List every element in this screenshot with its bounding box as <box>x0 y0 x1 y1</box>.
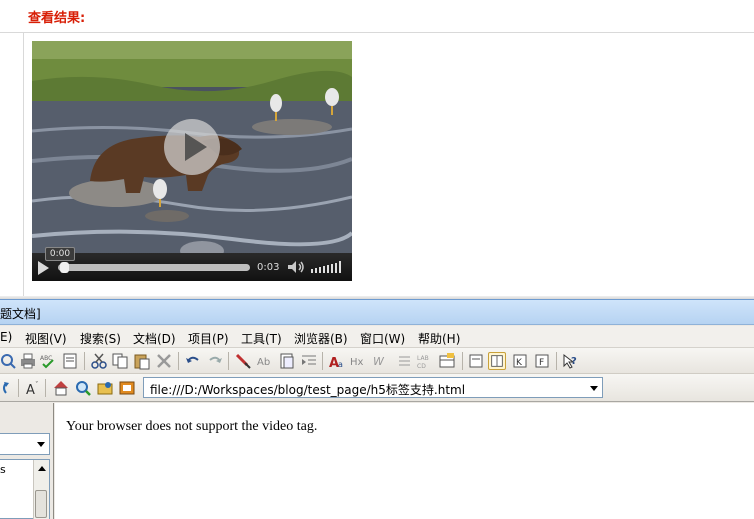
svg-text:?: ? <box>571 356 577 367</box>
view-split-button[interactable] <box>488 352 506 370</box>
menu-project[interactable]: 项目(P) <box>188 330 229 347</box>
indent-icon[interactable] <box>300 352 318 370</box>
menu-tools[interactable]: 工具(T) <box>241 330 282 347</box>
toolbar-address: Aˇ file:///D:/Workspaces/blog/test_page/… <box>0 374 754 402</box>
address-url: file:///D:/Workspaces/blog/test_page/h5标… <box>150 383 466 397</box>
browser-window: 题文档] E) 视图(V) 搜索(S) 文档(D) 项目(P) 工具(T) 浏览… <box>0 299 754 519</box>
svg-text:A: A <box>26 383 35 397</box>
separator <box>84 352 85 370</box>
address-dropdown-icon[interactable] <box>590 386 598 391</box>
seek-bar[interactable] <box>58 264 250 271</box>
list-item[interactable]: s <box>0 463 6 476</box>
menu-view[interactable]: 视图(V) <box>25 330 67 347</box>
video-player[interactable]: 0:00 0:03 <box>32 41 352 281</box>
separator <box>228 352 229 370</box>
seek-time-tooltip: 0:00 <box>45 247 75 261</box>
spellcheck-icon[interactable]: ABC <box>39 352 57 370</box>
window-title: 题文档] <box>0 307 41 321</box>
svg-text:F: F <box>539 358 544 368</box>
find-replace-icon[interactable]: Ab <box>256 352 274 370</box>
help-icon[interactable]: ? <box>561 352 579 370</box>
favorites-icon[interactable] <box>96 379 114 397</box>
separator <box>178 352 179 370</box>
view-code-icon[interactable] <box>467 352 485 370</box>
play-icon <box>185 133 207 161</box>
volume-level-bars[interactable] <box>311 260 345 274</box>
chevron-down-icon[interactable] <box>37 442 45 447</box>
view-design-icon[interactable]: K <box>511 352 529 370</box>
menu-edit[interactable]: E) <box>0 330 12 344</box>
font-size-icon[interactable]: Aˇ <box>24 379 42 397</box>
menu-browser[interactable]: 浏览器(B) <box>294 330 348 347</box>
svg-text:Ab: Ab <box>257 357 270 368</box>
window-titlebar[interactable]: 题文档] <box>0 299 754 325</box>
format-brush-icon[interactable] <box>234 352 252 370</box>
page: 查看结果: 0:00 0:03 题文档] E) 视图(V) 搜索(S) 文档(D… <box>0 0 754 519</box>
menu-document[interactable]: 文档(D) <box>133 330 176 347</box>
svg-text:W: W <box>373 355 385 368</box>
cut-icon[interactable] <box>90 352 108 370</box>
address-bar[interactable]: file:///D:/Workspaces/blog/test_page/h5标… <box>143 377 603 398</box>
toolbar-main: ABC Ab Aa Hx W LAB CD K F ? <box>0 348 754 374</box>
divider <box>23 33 24 296</box>
page-setup-icon[interactable] <box>61 352 79 370</box>
result-title: 查看结果: <box>28 11 86 26</box>
word-icon[interactable]: W <box>372 352 390 370</box>
separator <box>462 352 463 370</box>
list-icon[interactable] <box>394 352 412 370</box>
side-panel-list[interactable]: s <box>0 459 50 519</box>
separator <box>556 352 557 370</box>
video-duration: 0:03 <box>257 262 280 273</box>
control-play-icon[interactable] <box>38 261 49 275</box>
print-icon[interactable] <box>19 352 37 370</box>
menu-help[interactable]: 帮助(H) <box>418 330 460 347</box>
view-frame-icon[interactable]: F <box>533 352 551 370</box>
heading-icon[interactable]: Hx <box>350 352 368 370</box>
print-preview-icon[interactable] <box>0 352 18 370</box>
font-icon[interactable]: Aa <box>328 352 346 370</box>
result-header: 查看结果: <box>0 0 754 33</box>
svg-text:a: a <box>338 360 343 369</box>
paste-icon[interactable] <box>133 352 151 370</box>
copy-icon[interactable] <box>111 352 129 370</box>
side-panel: s <box>0 403 54 519</box>
volume-icon[interactable] <box>287 260 305 274</box>
svg-text:ˇ: ˇ <box>35 381 39 389</box>
delete-icon[interactable] <box>155 352 173 370</box>
result-body: 0:00 0:03 <box>0 33 754 296</box>
separator <box>18 379 19 397</box>
scroll-thumb[interactable] <box>35 490 47 518</box>
svg-text:LAB: LAB <box>417 355 429 362</box>
side-panel-select[interactable] <box>0 433 50 455</box>
svg-text:ABC: ABC <box>40 355 52 362</box>
refresh-icon[interactable] <box>0 379 18 397</box>
browser-content: Your browser does not support the video … <box>55 403 754 519</box>
menu-bar: E) 视图(V) 搜索(S) 文档(D) 项目(P) 工具(T) 浏览器(B) … <box>0 326 754 348</box>
seek-handle[interactable] <box>60 262 69 273</box>
separator <box>45 379 46 397</box>
big-play-button[interactable] <box>164 119 220 175</box>
redo-icon[interactable] <box>206 352 224 370</box>
svg-text:Hx: Hx <box>350 357 364 368</box>
svg-text:CD: CD <box>417 363 426 370</box>
undo-icon[interactable] <box>184 352 202 370</box>
menu-search[interactable]: 搜索(S) <box>80 330 121 347</box>
scroll-up-icon[interactable] <box>38 466 46 471</box>
sort-icon[interactable]: LABCD <box>416 352 434 370</box>
home-icon[interactable] <box>52 379 70 397</box>
search-icon[interactable] <box>74 379 92 397</box>
view-split-icon <box>491 355 503 367</box>
separator <box>322 352 323 370</box>
document-icon[interactable] <box>278 352 296 370</box>
video-fallback-text: Your browser does not support the video … <box>66 419 318 434</box>
side-scrollbar[interactable] <box>33 460 49 519</box>
menu-window[interactable]: 窗口(W) <box>360 330 405 347</box>
table-icon[interactable] <box>438 352 456 370</box>
history-icon[interactable] <box>118 379 136 397</box>
